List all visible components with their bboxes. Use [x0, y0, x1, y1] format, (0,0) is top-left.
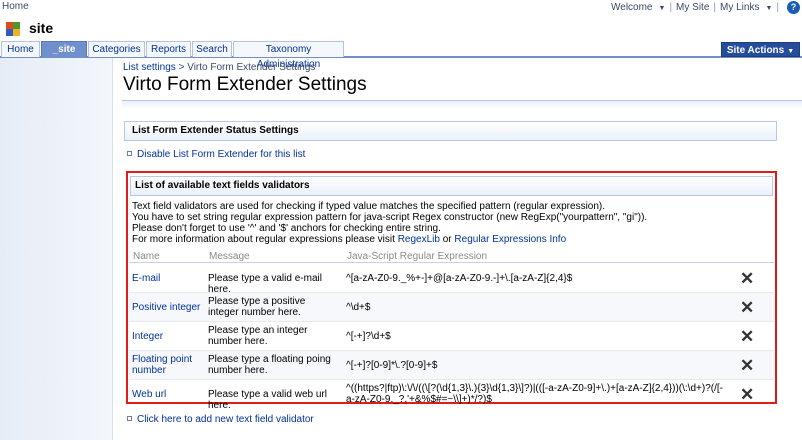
chevron-down-icon: ▼: [658, 5, 666, 12]
desc-line: You have to set string regular expressio…: [132, 212, 648, 223]
separator: |: [713, 2, 716, 13]
validator-message: Please type a positive integer number he…: [208, 296, 306, 318]
breadcrumb-separator: >: [178, 62, 185, 73]
desc-or-text: or: [442, 234, 452, 245]
tab-home[interactable]: Home: [1, 41, 40, 57]
tab-search[interactable]: Search: [192, 41, 232, 57]
validator-name-link[interactable]: Web url: [132, 389, 202, 400]
regular-expressions-info-link[interactable]: Regular Expressions Info: [454, 234, 566, 245]
validator-name-link[interactable]: Integer: [132, 331, 202, 342]
help-icon[interactable]: ?: [787, 1, 800, 14]
title-divider: [122, 100, 802, 109]
validator-message: Please type an integer number here.: [208, 325, 308, 347]
desc-line: Text field validators are used for check…: [132, 201, 606, 212]
site-actions-label: Site Actions: [726, 45, 785, 56]
validators-panel: List of available text fields validators…: [126, 171, 777, 411]
validator-regex: ^[-+]?[0-9]*\.?[0-9]+$: [346, 360, 438, 371]
validator-name-link[interactable]: Positive integer: [132, 302, 202, 313]
delete-icon[interactable]: ✕: [740, 270, 754, 287]
add-validator-label: Click here to add new text field validat…: [137, 414, 314, 425]
tab-taxonomy-administration[interactable]: Taxonomy Administration: [233, 41, 344, 70]
site-actions-button[interactable]: Site Actions ▼: [721, 42, 800, 57]
breadcrumb-current: Virto Form Extender Settings: [187, 62, 316, 73]
desc-line: For more information about regular expre…: [132, 234, 772, 245]
validator-regex: ^\d+$: [346, 302, 371, 313]
bullet-icon: [127, 416, 132, 421]
tab-reports[interactable]: Reports: [146, 41, 191, 57]
table-row: Web url Please type a valid web url here…: [129, 380, 774, 411]
add-validator-link[interactable]: Click here to add new text field validat…: [127, 414, 314, 425]
table-row: Positive integer Please type a positive …: [129, 293, 774, 322]
site-header: site: [0, 15, 802, 41]
column-header-name: Name: [133, 251, 160, 262]
chevron-down-icon: ▼: [787, 48, 795, 55]
table-header: Name Message Java-Script Regular Express…: [129, 251, 774, 263]
table-row: Floating point number Please type a floa…: [129, 351, 774, 380]
bullet-icon: [127, 151, 132, 156]
validator-message: Please type a valid e-mail here.: [208, 273, 322, 295]
global-bar: Home Welcome ▼ | My Site | My Links ▼ | ?: [0, 0, 802, 15]
disable-extender-label: Disable List Form Extender for this list: [137, 149, 306, 160]
my-site-link[interactable]: My Site: [676, 2, 709, 13]
validator-regex: ^[a-zA-Z0-9._%+-]+@[a-zA-Z0-9.-]+\.[a-zA…: [346, 273, 573, 284]
delete-icon[interactable]: ✕: [740, 357, 754, 374]
column-header-regex: Java-Script Regular Expression: [347, 251, 488, 262]
left-navigation-pane: [0, 58, 113, 440]
table-row: Integer Please type an integer number he…: [129, 322, 774, 351]
home-link[interactable]: Home: [2, 1, 29, 12]
validator-message: Please type a valid web url here.: [208, 389, 327, 411]
desc-more-text: For more information about regular expre…: [132, 234, 395, 245]
column-header-message: Message: [209, 251, 250, 262]
table-row: E-mail Please type a valid e-mail here. …: [129, 264, 774, 295]
delete-icon[interactable]: ✕: [740, 299, 754, 316]
breadcrumb: List settings > Virto Form Extender Sett…: [123, 62, 315, 73]
disable-extender-link[interactable]: Disable List Form Extender for this list: [127, 149, 305, 160]
status-settings-header: List Form Extender Status Settings: [124, 121, 777, 141]
validator-name-link[interactable]: Floating point number: [132, 354, 202, 376]
delete-icon[interactable]: ✕: [740, 328, 754, 345]
my-links-menu[interactable]: My Links ▼: [720, 2, 772, 13]
validator-regex: ^((https?|ftp)\:\/\/((\[?(\d{1,3}\.){3}\…: [346, 383, 723, 405]
separator: |: [776, 2, 779, 13]
tab-site[interactable]: _site: [41, 41, 87, 57]
welcome-label: Welcome: [611, 2, 653, 13]
desc-line: Please don't forget to use '^' and '$' a…: [132, 223, 441, 234]
welcome-menu[interactable]: Welcome ▼: [611, 2, 665, 13]
separator: |: [669, 2, 673, 13]
validator-regex: ^[-+]?\d+$: [346, 331, 391, 342]
validator-name-link[interactable]: E-mail: [132, 273, 202, 284]
site-title[interactable]: site: [29, 20, 53, 36]
validators-header: List of available text fields validators: [130, 176, 773, 196]
page-title: Virto Form Extender Settings: [123, 74, 367, 95]
chevron-down-icon: ▼: [765, 5, 773, 12]
site-logo-icon[interactable]: [6, 22, 24, 36]
tab-categories[interactable]: Categories: [88, 41, 145, 57]
delete-icon[interactable]: ✕: [740, 386, 754, 403]
regexlib-link[interactable]: RegexLib: [398, 234, 440, 245]
validator-message: Please type a floating poing number here…: [208, 354, 331, 376]
my-links-label: My Links: [720, 2, 760, 13]
breadcrumb-list-settings-link[interactable]: List settings: [123, 62, 176, 73]
global-links: Welcome ▼ | My Site | My Links ▼ | ?: [611, 0, 800, 15]
top-navigation: Home _site Categories Reports Search Tax…: [0, 41, 802, 70]
validators-description: Text field validators are used for check…: [132, 201, 772, 245]
